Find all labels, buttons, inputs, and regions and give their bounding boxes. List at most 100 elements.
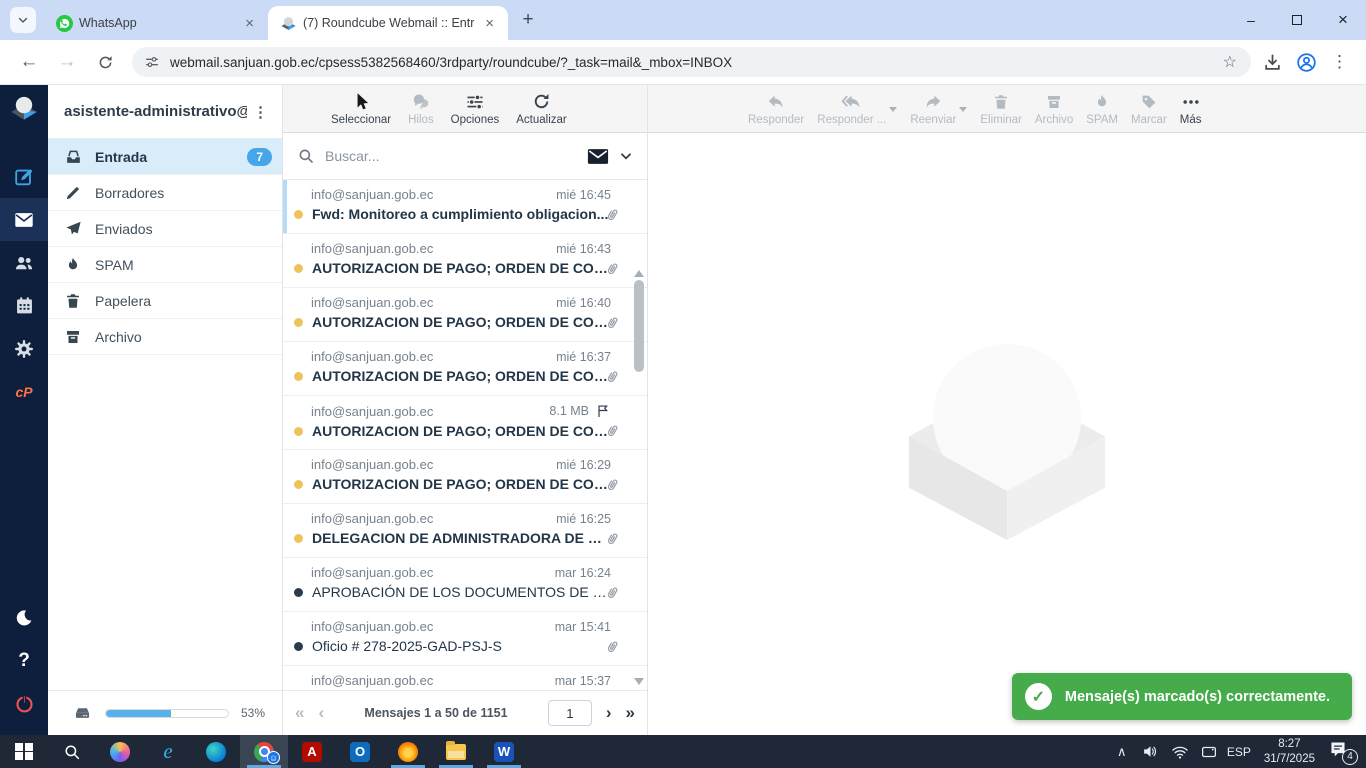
sidebar-item-archivo[interactable]: Archivo xyxy=(48,319,282,355)
tab-close-icon[interactable]: × xyxy=(481,15,498,32)
scroll-up-arrow[interactable] xyxy=(634,270,644,277)
sidebar-item-entrada[interactable]: Entrada 7 xyxy=(48,139,282,175)
next-page-button[interactable]: › xyxy=(606,703,612,723)
tab-close-icon[interactable]: × xyxy=(241,15,258,32)
message-list-item[interactable]: info@sanjuan.gob.ec mié 16:25 DELEGACION… xyxy=(283,504,647,558)
scroll-track[interactable] xyxy=(634,280,644,675)
archivo-button[interactable]: Archivo xyxy=(1035,92,1073,126)
sidebar-item-enviados[interactable]: Enviados xyxy=(48,211,282,247)
browser-menu-icon[interactable]: ⋮ xyxy=(1331,52,1348,72)
sidebar-item-papelera[interactable]: Papelera xyxy=(48,283,282,319)
settings-nav-button[interactable] xyxy=(0,327,48,370)
back-button[interactable]: ← xyxy=(13,46,45,78)
clock[interactable]: 8:27 31/7/2025 xyxy=(1258,737,1321,766)
attachment-paperclip-icon xyxy=(604,476,621,498)
help-button[interactable]: ? xyxy=(0,639,48,682)
message-list-item[interactable]: info@sanjuan.gob.ec mar 15:37 xyxy=(283,666,647,690)
toolbar-button-wrap: Marcar xyxy=(1131,92,1167,126)
taskbar-acrobat-button[interactable]: A xyxy=(288,735,336,768)
search-input[interactable] xyxy=(325,148,577,164)
site-settings-icon[interactable] xyxy=(144,54,160,70)
taskbar-copilot-button[interactable] xyxy=(96,735,144,768)
sidebar-item-borradores[interactable]: Borradores xyxy=(48,175,282,211)
calendar-nav-button[interactable] xyxy=(0,284,48,327)
forward-button[interactable]: → xyxy=(51,46,83,78)
sidebar-item-spam[interactable]: SPAM xyxy=(48,247,282,283)
reload-button[interactable] xyxy=(89,46,121,78)
taskbar-search-button[interactable] xyxy=(48,735,96,768)
mas-button[interactable]: Más xyxy=(1180,92,1202,126)
taskbar-outlook-button[interactable]: O xyxy=(336,735,384,768)
prev-page-button[interactable]: ‹ xyxy=(318,703,324,723)
read-status-dot xyxy=(294,264,303,273)
account-header: asistente-administrativo@sa... ⋮ xyxy=(48,85,282,139)
dropdown-caret-icon[interactable] xyxy=(889,107,897,112)
reenviar-button[interactable]: Reenviar xyxy=(910,92,956,126)
toolbar-button-label: Archivo xyxy=(1035,114,1073,126)
new-tab-button[interactable]: + xyxy=(514,6,542,34)
actualizar-button[interactable]: Actualizar xyxy=(516,92,567,126)
profile-avatar[interactable] xyxy=(1296,52,1317,73)
tab-search-button[interactable] xyxy=(10,7,36,33)
window-minimize-button[interactable]: – xyxy=(1228,0,1274,40)
tab-roundcube[interactable]: (7) Roundcube Webmail :: Entra × xyxy=(268,6,508,40)
search-scope-icon[interactable] xyxy=(587,148,609,165)
downloads-icon[interactable] xyxy=(1263,53,1282,72)
page-number-input[interactable] xyxy=(548,700,592,726)
scroll-thumb[interactable] xyxy=(634,280,644,372)
url-text[interactable]: webmail.sanjuan.gob.ec/cpsess5382568460/… xyxy=(170,55,1221,70)
mail-nav-button[interactable] xyxy=(0,198,48,241)
responder-all-button[interactable]: Responder ... xyxy=(817,92,886,126)
search-options-chevron-icon[interactable] xyxy=(619,149,633,163)
seleccionar-button[interactable]: Seleccionar xyxy=(331,92,391,126)
wifi-icon[interactable] xyxy=(1169,743,1191,761)
taskbar-ie-button[interactable]: e xyxy=(144,735,192,768)
account-menu-icon[interactable]: ⋮ xyxy=(247,103,274,121)
message-list-item[interactable]: info@sanjuan.gob.ec mié 16:29 AUTORIZACI… xyxy=(283,450,647,504)
taskbar-word-button[interactable]: W xyxy=(480,735,528,768)
window-restore-button[interactable] xyxy=(1274,0,1320,40)
scroll-down-arrow[interactable] xyxy=(634,678,644,685)
flag-icon[interactable] xyxy=(595,403,611,419)
message-list-item[interactable]: info@sanjuan.gob.ec mié 16:45 Fwd: Monit… xyxy=(283,180,647,234)
message-list-item[interactable]: info@sanjuan.gob.ec mié 16:37 AUTORIZACI… xyxy=(283,342,647,396)
opciones-button[interactable]: Opciones xyxy=(451,92,500,126)
responder-button[interactable]: Responder xyxy=(748,92,804,126)
language-indicator[interactable]: ESP xyxy=(1227,745,1251,759)
message-list-item[interactable]: info@sanjuan.gob.ec mié 16:43 AUTORIZACI… xyxy=(283,234,647,288)
tab-whatsapp[interactable]: WhatsApp × xyxy=(44,6,268,40)
message-meta: mié 16:40 xyxy=(556,296,611,310)
logout-button[interactable] xyxy=(0,682,48,725)
window-close-button[interactable]: × xyxy=(1320,0,1366,40)
last-page-button[interactable]: » xyxy=(626,703,635,723)
start-button[interactable] xyxy=(0,735,48,768)
tray-chevron-icon[interactable]: ∧ xyxy=(1111,744,1133,760)
message-list-item[interactable]: info@sanjuan.gob.ec mié 16:40 AUTORIZACI… xyxy=(283,288,647,342)
eliminar-button[interactable]: Eliminar xyxy=(980,92,1022,126)
address-bar[interactable]: webmail.sanjuan.gob.ec/cpsess5382568460/… xyxy=(132,47,1251,77)
taskbar-firefox-button[interactable] xyxy=(384,735,432,768)
message-list-item[interactable]: info@sanjuan.gob.ec mar 15:41 Oficio # 2… xyxy=(283,612,647,666)
bookmark-star-icon[interactable]: ☆ xyxy=(1221,52,1239,72)
notification-center-button[interactable]: 4 xyxy=(1328,740,1356,764)
message-list-item[interactable]: info@sanjuan.gob.ec mar 16:24 APROBACIÓN… xyxy=(283,558,647,612)
taskbar-chrome-button[interactable]: ☺ xyxy=(240,735,288,768)
spam-button[interactable]: SPAM xyxy=(1086,92,1118,126)
cpanel-link[interactable]: cP xyxy=(0,370,48,413)
roundcube-logo[interactable] xyxy=(0,85,48,133)
dark-mode-button[interactable] xyxy=(0,596,48,639)
message-list-item[interactable]: info@sanjuan.gob.ec 8.1 MB AUTORIZACION … xyxy=(283,396,647,450)
taskbar-edge-button[interactable] xyxy=(192,735,240,768)
toast-notification[interactable]: ✓ Mensaje(s) marcado(s) correctamente. xyxy=(1012,673,1352,720)
first-page-button[interactable]: « xyxy=(295,703,304,723)
hilos-button[interactable]: Hilos xyxy=(408,92,434,126)
toolbar-button-icon xyxy=(532,92,551,112)
taskbar-explorer-button[interactable] xyxy=(432,735,480,768)
dropdown-caret-icon[interactable] xyxy=(959,107,967,112)
contacts-nav-button[interactable] xyxy=(0,241,48,284)
marcar-button[interactable]: Marcar xyxy=(1131,92,1167,126)
folder-panel: asistente-administrativo@sa... ⋮ Entrada… xyxy=(48,85,283,735)
compose-button[interactable] xyxy=(0,155,48,198)
volume-icon[interactable] xyxy=(1140,743,1162,760)
display-connect-icon[interactable] xyxy=(1198,743,1220,761)
